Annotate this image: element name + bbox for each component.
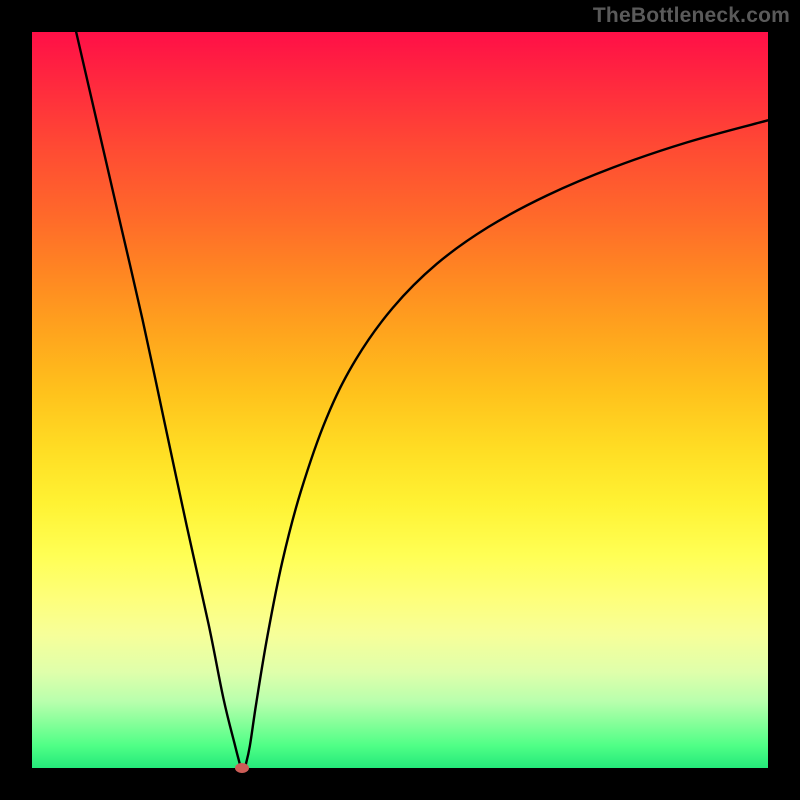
plot-area <box>32 32 768 768</box>
curve-layer <box>32 32 768 768</box>
curve-left-branch <box>76 32 240 766</box>
curve-right-branch <box>245 120 768 765</box>
watermark-text: TheBottleneck.com <box>593 4 790 28</box>
chart-frame: TheBottleneck.com <box>0 0 800 800</box>
bottleneck-marker <box>235 763 249 773</box>
